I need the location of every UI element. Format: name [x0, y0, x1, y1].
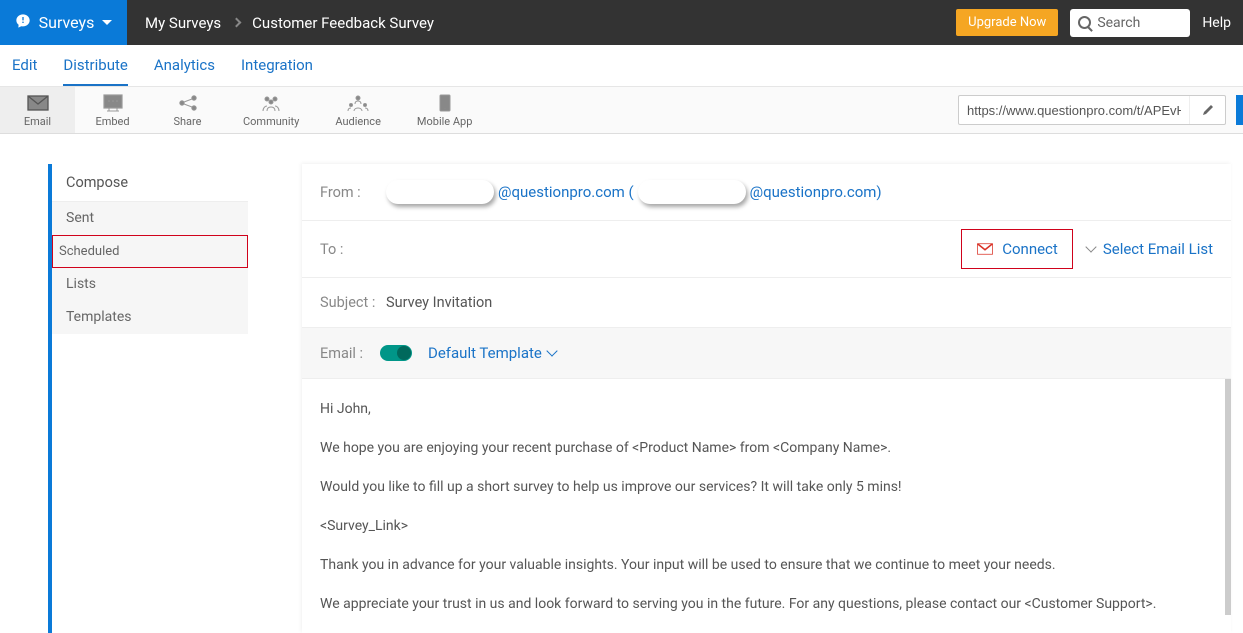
- email-template-row: Email : Default Template: [302, 328, 1231, 379]
- toolbar-label: Embed: [95, 115, 129, 128]
- mobile-icon: [439, 93, 451, 113]
- to-row: To : Connect Select Email List: [302, 221, 1231, 278]
- tab-analytics[interactable]: Analytics: [154, 56, 215, 86]
- chevron-down-icon: [1085, 241, 1096, 252]
- template-label: Default Template: [428, 344, 542, 362]
- body-line: Would you like to fill up a short survey…: [320, 477, 1207, 498]
- toolbar-email[interactable]: Email: [0, 87, 75, 133]
- breadcrumb-my-surveys[interactable]: My Surveys: [145, 14, 221, 32]
- distribute-toolbar: Email Embed Share Community Audience Mob…: [0, 87, 1243, 134]
- edit-url-button[interactable]: [1189, 96, 1225, 124]
- product-name: Surveys: [39, 13, 95, 32]
- logo-icon: [15, 13, 31, 33]
- email-label: Email :: [320, 345, 364, 362]
- sidebar-header: Compose: [52, 164, 248, 202]
- search-placeholder: Search: [1097, 15, 1140, 31]
- survey-url-box: [958, 95, 1226, 125]
- email-body-editor[interactable]: Hi John, We hope you are enjoying your r…: [302, 379, 1231, 615]
- content-area: Compose Sent Scheduled Lists Templates F…: [0, 134, 1243, 633]
- connect-label: Connect: [1002, 240, 1058, 258]
- toolbar-label: Share: [173, 115, 201, 128]
- to-label: To :: [320, 241, 350, 258]
- sidebar-item-lists[interactable]: Lists: [52, 268, 248, 301]
- body-line: We appreciate your trust in us and look …: [320, 594, 1207, 615]
- tab-integration[interactable]: Integration: [241, 56, 313, 86]
- redacted-pill: [386, 180, 494, 204]
- sidebar-item-scheduled[interactable]: Scheduled: [52, 235, 248, 268]
- embed-icon: [103, 93, 123, 113]
- right-accent-strip: [1236, 95, 1243, 125]
- upgrade-button[interactable]: Upgrade Now: [956, 9, 1058, 36]
- redacted-pill: [638, 180, 746, 204]
- breadcrumb-current[interactable]: Customer Feedback Survey: [252, 14, 434, 32]
- toolbar-label: Community: [243, 115, 299, 128]
- toolbar-audience[interactable]: Audience: [317, 87, 399, 133]
- from-domain-2: @questionpro.com): [750, 183, 882, 201]
- top-right-controls: Upgrade Now Search Help: [956, 0, 1243, 45]
- toolbar-community[interactable]: Community: [225, 87, 317, 133]
- from-row: From : @questionpro.com ( @questionpro.c…: [302, 164, 1231, 221]
- product-switcher[interactable]: Surveys: [0, 0, 127, 45]
- body-line: Hi John,: [320, 399, 1207, 420]
- from-domain-1: @questionpro.com (: [498, 183, 634, 201]
- gmail-icon: [976, 242, 994, 256]
- toolbar-label: Mobile App: [417, 115, 473, 128]
- toolbar-label: Email: [24, 115, 51, 128]
- from-label: From :: [320, 184, 376, 201]
- search-input[interactable]: Search: [1070, 9, 1190, 37]
- tab-edit[interactable]: Edit: [12, 56, 37, 86]
- breadcrumb: My Surveys Customer Feedback Survey: [127, 0, 434, 45]
- tab-distribute[interactable]: Distribute: [63, 56, 127, 86]
- gmail-connect-button[interactable]: Connect: [961, 229, 1073, 269]
- toolbar-mobile[interactable]: Mobile App: [399, 87, 491, 133]
- toolbar-embed[interactable]: Embed: [75, 87, 150, 133]
- template-select[interactable]: Default Template: [428, 344, 556, 362]
- body-line: We hope you are enjoying your recent pur…: [320, 438, 1207, 459]
- template-toggle[interactable]: [380, 345, 412, 361]
- subject-label: Subject :: [320, 294, 376, 311]
- sidebar-item-templates[interactable]: Templates: [52, 301, 248, 334]
- main-nav: Edit Distribute Analytics Integration: [0, 45, 1243, 87]
- survey-url-input[interactable]: [959, 103, 1189, 118]
- subject-value[interactable]: Survey Invitation: [386, 294, 492, 311]
- top-bar: Surveys My Surveys Customer Feedback Sur…: [0, 0, 1243, 45]
- chevron-down-icon: [546, 345, 557, 356]
- mail-icon: [27, 93, 49, 113]
- caret-down-icon: [102, 20, 112, 25]
- search-icon: [1078, 16, 1091, 29]
- select-email-list-button[interactable]: Select Email List: [1087, 240, 1213, 258]
- sidebar-item-sent[interactable]: Sent: [52, 202, 248, 235]
- pencil-icon: [1201, 103, 1215, 117]
- select-list-label: Select Email List: [1103, 240, 1213, 258]
- body-line: <Survey_Link>: [320, 516, 1207, 537]
- toolbar-share[interactable]: Share: [150, 87, 225, 133]
- chevron-right-icon: [232, 18, 242, 28]
- help-link[interactable]: Help: [1202, 15, 1231, 31]
- community-icon: [260, 93, 282, 113]
- compose-sidebar: Compose Sent Scheduled Lists Templates: [48, 164, 248, 633]
- toolbar-label: Audience: [335, 115, 381, 128]
- audience-icon: [346, 93, 370, 113]
- share-icon: [177, 93, 199, 113]
- compose-panel: From : @questionpro.com ( @questionpro.c…: [302, 164, 1231, 633]
- subject-row: Subject : Survey Invitation: [302, 278, 1231, 328]
- from-value: @questionpro.com ( @questionpro.com): [386, 180, 882, 204]
- body-line: Thank you in advance for your valuable i…: [320, 555, 1207, 576]
